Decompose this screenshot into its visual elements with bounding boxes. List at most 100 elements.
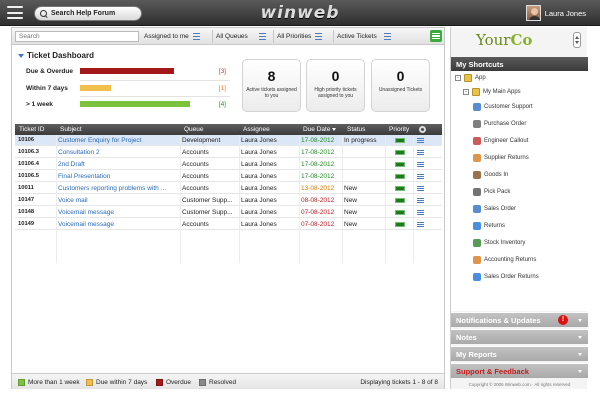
table-row[interactable]: 10149 Voicemail message Accounts Laura Jone… <box>15 219 442 230</box>
due-overdue-bar[interactable] <box>80 68 174 74</box>
ticket-subject-link[interactable]: Final Presentation <box>58 173 180 180</box>
search-icon <box>40 9 48 18</box>
table-row[interactable]: 10106 Customer Enquiry for Project Develop… <box>15 135 442 146</box>
col-due-date[interactable]: Due Date <box>303 126 337 133</box>
assigned-filter[interactable]: Assigned to me <box>144 31 200 42</box>
ticket-id: 10106.5 <box>18 173 39 179</box>
shortcut-item[interactable]: Purchase Order <box>473 120 526 128</box>
notifications-accordion[interactable]: Notifications & Updates ! <box>451 312 588 327</box>
priority-indicator <box>395 222 405 227</box>
ticket-subject-link[interactable]: Voice mail <box>58 197 180 204</box>
return-icon <box>473 273 481 281</box>
tree-node-main-apps[interactable]: - My Main Apps <box>463 88 521 96</box>
shortcut-label: Sales Order Returns <box>484 274 539 280</box>
table-row[interactable]: 10106.4 2nd Draft Accounts Laura Jones 17-08… <box>15 159 442 170</box>
shortcut-label: Supplier Returns <box>484 155 529 161</box>
row-menu-icon[interactable] <box>417 210 424 215</box>
active-tickets-card[interactable]: 8 Active tickets assigned to you <box>242 59 301 112</box>
arrow-icon <box>473 188 481 196</box>
ticket-subject-link[interactable]: 2nd Draft <box>58 161 180 168</box>
priority-filter[interactable]: All Priorities <box>277 31 323 42</box>
row-menu-icon[interactable] <box>417 198 424 203</box>
ticket-due-date: 17-08-2012 <box>301 161 335 168</box>
tree-node-app[interactable]: - App <box>455 74 486 82</box>
list-icon <box>192 33 200 40</box>
row-menu-icon[interactable] <box>417 222 424 227</box>
col-status[interactable]: Status <box>347 126 365 133</box>
people-icon <box>473 103 481 111</box>
shortcut-item[interactable]: Sales Order <box>473 205 516 213</box>
user-menu[interactable]: Laura Jones <box>525 5 586 21</box>
row-menu-icon[interactable] <box>417 138 424 143</box>
ticket-search-input[interactable] <box>15 31 139 42</box>
active-tickets-count: 8 <box>267 68 276 84</box>
ticket-assignee: Laura Jones <box>241 161 277 168</box>
shortcut-item[interactable]: Returns <box>473 222 505 230</box>
panel-footer: More than 1 week Due within 7 days Overd… <box>12 373 444 389</box>
search-help-forum-button[interactable]: Search Help Forum <box>34 6 142 21</box>
table-row[interactable]: 10148 Voicemail message Customer Supp... La… <box>15 207 442 218</box>
app-logo: winweb <box>260 3 340 23</box>
notes-accordion[interactable]: Notes <box>451 329 588 344</box>
legend-resolved: Resolved <box>199 379 236 386</box>
shortcut-label: Goods In <box>484 172 509 178</box>
folder-icon <box>472 88 480 96</box>
shortcut-item[interactable]: Pick Pack <box>473 188 510 196</box>
shortcut-item[interactable]: Goods In <box>473 171 508 179</box>
within-7-days-bar[interactable] <box>80 85 111 91</box>
sort-desc-icon <box>332 127 337 131</box>
document-icon <box>473 205 481 213</box>
row-menu-icon[interactable] <box>417 162 424 167</box>
ticket-status: New <box>344 185 358 192</box>
row-menu-icon[interactable] <box>417 150 424 155</box>
row-menu-icon[interactable] <box>417 174 424 179</box>
panel-menu-button[interactable] <box>430 30 442 42</box>
unassigned-card[interactable]: 0 Unassigned Tickets <box>371 59 430 112</box>
shortcut-item[interactable]: Customer Support <box>473 103 533 111</box>
within-7-days-label: Within 7 days <box>26 85 68 92</box>
expand-icon[interactable]: - <box>455 75 461 81</box>
legend-label: More than 1 week <box>28 379 80 386</box>
reports-accordion[interactable]: My Reports <box>451 346 588 361</box>
ticket-status-filter[interactable]: Active Tickets <box>337 31 391 42</box>
col-subject[interactable]: Subject <box>60 126 82 133</box>
ticket-subject-link[interactable]: Consultation 2 <box>58 149 180 156</box>
shortcut-item[interactable]: Accounting Returns <box>473 256 536 264</box>
legend-swatch <box>156 379 163 386</box>
ticket-subject-link[interactable]: Voicemail message <box>58 209 180 216</box>
shortcut-item[interactable]: Engineer Callout <box>473 137 528 145</box>
dashboard-toggle[interactable]: Ticket Dashboard <box>18 51 94 60</box>
queue-filter[interactable]: All Queues <box>216 31 266 42</box>
tools-icon <box>473 137 481 145</box>
col-assignee[interactable]: Assignee <box>243 126 270 133</box>
ticket-subject-link[interactable]: Customer Enquiry for Project <box>58 137 180 144</box>
high-priority-card[interactable]: 0 High priority tickets assigned to you <box>306 59 365 112</box>
col-ticket-id[interactable]: Ticket ID <box>19 126 44 133</box>
ticket-due-date: 08-08-2012 <box>301 197 335 204</box>
over-1-week-bar[interactable] <box>80 101 190 107</box>
table-row[interactable]: 10106.5 Final Presentation Accounts Laura J… <box>15 171 442 182</box>
top-bar: Search Help Forum winweb Laura Jones <box>0 0 600 26</box>
shortcut-label: Stock Inventory <box>484 240 526 246</box>
shortcut-item[interactable]: Supplier Returns <box>473 154 529 162</box>
ticket-subject-link[interactable]: Customers reporting problems with ... <box>58 185 180 192</box>
col-priority[interactable]: Priority <box>389 126 409 133</box>
accordion-label: Notifications & Updates <box>456 316 541 325</box>
col-queue[interactable]: Queue <box>184 126 204 133</box>
support-accordion[interactable]: Support & Feedback <box>451 363 588 378</box>
gear-icon[interactable] <box>419 126 426 133</box>
table-row[interactable]: 10106.3 Consultation 2 Accounts Laura Jones… <box>15 147 442 158</box>
table-row[interactable]: 10147 Voice mail Customer Supp... Laura Jon… <box>15 195 442 206</box>
shortcut-item[interactable]: Sales Order Returns <box>473 273 539 281</box>
row-menu-icon[interactable] <box>417 186 424 191</box>
expand-icon[interactable]: - <box>463 89 469 95</box>
table-row[interactable]: 10011 Customers reporting problems with .… <box>15 183 442 194</box>
brand-part-b: Co <box>510 31 533 49</box>
tree-node-label: App <box>475 75 486 81</box>
ticket-id: 10011 <box>18 185 34 191</box>
ticket-subject-link[interactable]: Voicemail message <box>58 221 180 228</box>
shortcut-item[interactable]: Stock Inventory <box>473 239 525 247</box>
logo-scroll-control[interactable] <box>573 32 581 48</box>
menu-icon[interactable] <box>7 6 23 19</box>
shortcut-label: Pick Pack <box>484 189 511 195</box>
